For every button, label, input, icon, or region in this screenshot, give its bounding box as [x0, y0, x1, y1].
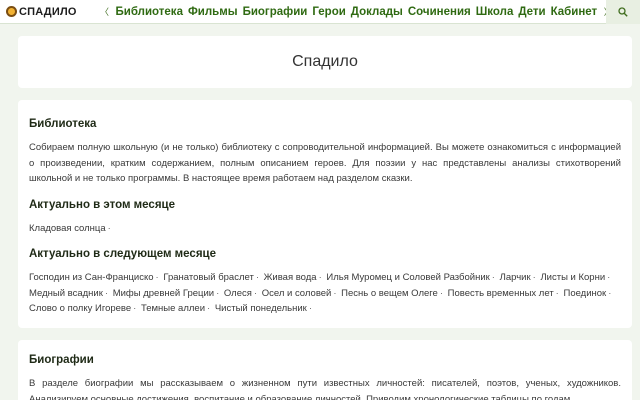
biographies-heading[interactable]: Биографии [29, 354, 621, 366]
separator: · [607, 272, 611, 283]
separator: · [207, 303, 211, 314]
separator: · [439, 287, 443, 299]
separator: · [608, 287, 612, 299]
list-item[interactable]: Песнь о вещем Олеге [341, 288, 438, 299]
library-description: Собираем полную школьную (и не только) б… [29, 142, 621, 184]
separator: · [555, 287, 559, 299]
list-item[interactable]: Осел и соловей [262, 288, 332, 299]
top-navigation-bar: СПАДИЛО 〈 Библиотека Фильмы Биографии Ге… [0, 0, 640, 24]
list-item[interactable]: Листы и Корни [540, 272, 605, 283]
current-month-list: Кладовая солнца · [29, 221, 621, 237]
nav-item-biographies[interactable]: Биографии [240, 6, 310, 18]
list-item[interactable]: Илья Муромец и Соловей Разбойник [326, 272, 489, 283]
library-heading[interactable]: Библиотека [29, 118, 621, 130]
separator: · [107, 222, 111, 234]
nav-item-cabinet[interactable]: Кабинет [548, 6, 600, 18]
separator: · [308, 303, 312, 314]
list-item[interactable]: Гранатовый браслет [163, 272, 253, 283]
list-item[interactable]: Поединок [563, 288, 606, 299]
biographies-description: В разделе биографии мы рассказываем о жи… [29, 378, 621, 400]
list-item[interactable]: Повесть временных лет [448, 288, 554, 299]
nav-item-kids[interactable]: Дети [516, 6, 548, 18]
separator: · [491, 272, 495, 283]
list-item[interactable]: Темные аллеи [141, 303, 205, 314]
nav-item-heroes[interactable]: Герои [310, 6, 348, 18]
logo-icon [6, 6, 17, 17]
nav-prev-arrow-icon[interactable]: 〈 [96, 5, 113, 18]
page-title: Спадило [292, 53, 358, 70]
nav-item-school[interactable]: Школа [473, 6, 516, 18]
list-item[interactable]: Олеся [224, 288, 252, 299]
nav-item-essays[interactable]: Сочинения [405, 6, 473, 18]
separator: · [255, 272, 259, 283]
list-item[interactable]: Слово о полку Игореве [29, 303, 131, 314]
separator: · [532, 272, 536, 283]
current-month-heading: Актуально в этом месяце [29, 198, 176, 211]
separator: · [155, 272, 159, 283]
list-item[interactable]: Ларчик [500, 272, 531, 283]
hero-card: Спадило [18, 36, 632, 88]
separator: · [104, 287, 109, 299]
list-item[interactable]: Кладовая солнца [29, 223, 106, 234]
nav-item-reports[interactable]: Доклады [348, 6, 405, 18]
site-logo[interactable]: СПАДИЛО [0, 0, 96, 24]
separator: · [216, 287, 220, 299]
list-item[interactable]: Господин из Сан-Франциско [29, 272, 154, 283]
search-button[interactable] [606, 0, 640, 24]
separator: · [318, 272, 322, 283]
search-icon [618, 7, 628, 17]
library-card: Библиотека Собираем полную школьную (и н… [18, 100, 632, 328]
list-item[interactable]: Медный всадник [29, 288, 103, 299]
main-nav: 〈 Библиотека Фильмы Биографии Герои Докл… [96, 0, 617, 24]
list-item[interactable]: Чистый понедельник [215, 303, 307, 314]
biographies-card: Биографии В разделе биографии мы рассказ… [18, 340, 632, 400]
separator: · [333, 287, 337, 299]
separator: · [133, 303, 137, 314]
list-item[interactable]: Живая вода [264, 272, 317, 283]
nav-item-films[interactable]: Фильмы [185, 6, 240, 18]
next-month-heading: Актуально в следующем месяце [29, 248, 216, 260]
nav-item-library[interactable]: Библиотека [113, 6, 185, 18]
list-item[interactable]: Мифы древней Греции [113, 288, 214, 299]
logo-text: СПАДИЛО [19, 5, 77, 18]
separator: · [253, 287, 258, 299]
next-month-list: Господин из Сан-Франциско · Гранатовый бр… [29, 270, 621, 317]
